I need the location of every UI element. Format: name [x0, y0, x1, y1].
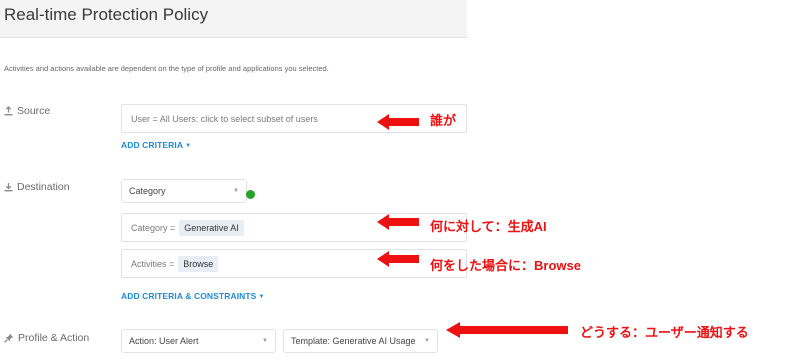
download-icon	[4, 182, 13, 192]
caret-down-icon: ▼	[258, 294, 265, 300]
annotation-arrow-left	[446, 322, 568, 338]
annotation-arrow-left	[377, 251, 419, 267]
annotation-when-did: 何をした場合に：Browse	[430, 258, 581, 273]
annotation-what-to-do: どうする：ユーザー通知する	[580, 325, 749, 340]
add-criteria-constraints-button[interactable]: ADD CRITERIA & CONSTRAINTS ▼	[121, 291, 265, 301]
add-criteria-constraints-label: ADD CRITERIA & CONSTRAINTS	[121, 291, 257, 301]
chevron-down-icon: ▼	[424, 338, 430, 344]
pin-icon	[4, 333, 14, 343]
category-chip[interactable]: Generative AI	[179, 219, 244, 236]
destination-type-value: Category	[129, 186, 166, 196]
annotation-against-what: 何に対して：生成AI	[430, 219, 547, 234]
profile-action-label-text: Profile & Action	[18, 332, 90, 344]
source-label-text: Source	[17, 105, 51, 117]
template-select[interactable]: Template: Generative AI Usage ▼	[283, 329, 438, 353]
source-section-label: Source	[4, 105, 50, 117]
add-criteria-label: ADD CRITERIA	[121, 140, 184, 150]
destination-section-label: Destination	[4, 181, 70, 193]
upload-icon	[4, 106, 13, 116]
activities-chip[interactable]: Browse	[178, 255, 219, 272]
annotation-who: 誰が	[430, 113, 457, 128]
destination-label-text: Destination	[17, 181, 70, 193]
status-dot	[246, 190, 255, 199]
annotation-arrow-left	[377, 214, 419, 230]
caret-down-icon: ▼	[185, 143, 192, 149]
page-title: Real-time Protection Policy	[4, 5, 209, 24]
action-select[interactable]: Action: User Alert ▼	[121, 329, 276, 353]
chevron-down-icon: ▼	[233, 188, 239, 194]
source-user-field-text: User = All Users: click to select subset…	[131, 113, 318, 124]
template-select-value: Template: Generative AI Usage	[291, 336, 416, 346]
destination-type-select[interactable]: Category ▼	[121, 179, 247, 203]
profile-action-section-label: Profile & Action	[4, 332, 89, 344]
annotation-arrow-left	[377, 114, 419, 130]
action-select-value: Action: User Alert	[129, 336, 199, 346]
chevron-down-icon: ▼	[262, 338, 268, 344]
page-description: Activities and actions available are dep…	[4, 64, 329, 73]
activities-prefix: Activities =	[131, 258, 175, 269]
category-prefix: Category =	[131, 222, 176, 233]
add-criteria-button[interactable]: ADD CRITERIA ▼	[121, 140, 191, 150]
